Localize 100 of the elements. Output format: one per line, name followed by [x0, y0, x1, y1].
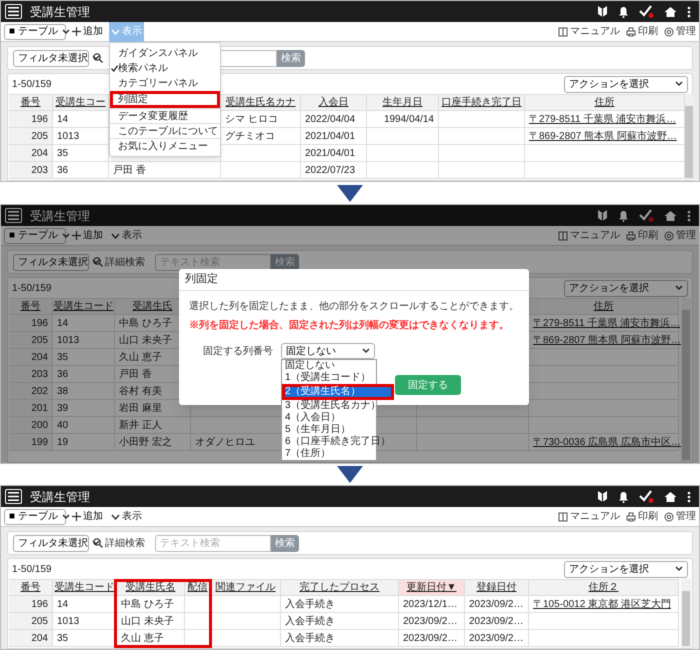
dropdown-option[interactable]: 5（生年月日） — [282, 424, 394, 436]
view-button[interactable]: 表示 — [109, 506, 144, 526]
add-button[interactable]: 追加 — [72, 24, 103, 39]
table-cell: 2022/04/04 — [301, 111, 367, 128]
detail-search-link[interactable]: 詳細検索 — [93, 536, 145, 550]
toolbar-link[interactable]: 管理 — [664, 24, 696, 39]
table-cell: 35 — [53, 349, 115, 366]
menu-button[interactable] — [5, 208, 22, 223]
app-title: 受講生管理 — [30, 4, 90, 20]
chevron-down-icon — [111, 232, 120, 238]
toolbar-link[interactable]: 管理 — [664, 509, 696, 524]
address-link[interactable]: 〒730-0036 広島県 広島市中区… — [533, 434, 681, 450]
plus-icon — [72, 27, 81, 36]
table-cell: 204 — [9, 630, 53, 647]
down-arrow-icon — [337, 184, 363, 202]
toolbar-link[interactable]: マニュアル — [558, 24, 620, 39]
column-header[interactable]: 更新日付▼ — [406, 580, 456, 595]
check-icon[interactable] — [639, 490, 654, 503]
address-link[interactable]: 〒279-8511 千葉県 浦安市舞浜… — [533, 316, 680, 330]
column-header[interactable]: 住所２ — [588, 580, 618, 595]
table-cell: 中島 ひろ子 — [117, 596, 185, 613]
view-button[interactable]: 表示 — [109, 226, 144, 246]
toolbar-link[interactable]: 印刷 — [626, 509, 658, 524]
dropdown-option[interactable]: 4（入会日） — [282, 412, 394, 424]
app-title: 受講生管理 — [30, 488, 90, 506]
table-cell — [367, 128, 439, 145]
table-cell: 山口 未央子 — [117, 613, 185, 630]
menu-button[interactable] — [5, 489, 22, 504]
menu-icon — [8, 211, 19, 220]
column-select[interactable]: 固定しない — [281, 343, 375, 359]
leaf-mark-icon[interactable] — [597, 209, 608, 222]
bell-icon[interactable] — [618, 6, 629, 18]
table-cell: 入会手続き — [281, 630, 399, 647]
column-header[interactable]: 住所 — [594, 95, 614, 110]
table-cell: 35 — [53, 630, 117, 647]
dropdown-option[interactable]: 1（受講生コード） — [282, 372, 394, 384]
table-cell: 204 — [9, 145, 53, 162]
action-select[interactable]: アクションを選択 — [564, 560, 688, 578]
home-icon[interactable] — [664, 210, 677, 222]
home-icon[interactable] — [664, 490, 677, 502]
menu-item[interactable]: このテーブルについて — [110, 123, 220, 138]
dialog-title: 列固定 — [179, 269, 529, 291]
toolbar-link[interactable]: マニュアル — [558, 509, 620, 524]
toolbar-link[interactable]: 印刷 — [626, 24, 658, 39]
menu-item[interactable]: お気に入りメニュー — [110, 138, 220, 153]
table-cell: 202 — [9, 383, 53, 400]
kebab-menu-icon[interactable] — [687, 6, 691, 18]
down-arrow-icon — [337, 466, 363, 483]
menu-button[interactable] — [5, 4, 22, 19]
home-icon[interactable] — [664, 6, 677, 18]
scrollbar[interactable] — [685, 94, 693, 180]
table-cell: 新井 正人 — [115, 417, 191, 434]
column-header[interactable]: 受講生コード — [54, 299, 114, 314]
search-icon — [93, 257, 103, 267]
kebab-menu-icon[interactable] — [687, 490, 691, 502]
menu-item[interactable]: 列固定 — [110, 91, 220, 108]
menu-item[interactable]: ガイダンスパネル — [110, 46, 220, 61]
dropdown-option[interactable]: 固定しない — [282, 360, 394, 372]
dropdown-option[interactable]: 2（受講生氏名） — [282, 384, 394, 400]
scrollbar[interactable] — [681, 579, 691, 648]
chevron-down-icon — [92, 259, 100, 265]
add-button[interactable]: 追加 — [72, 228, 103, 243]
menu-icon — [8, 7, 19, 16]
search-field[interactable]: テキスト検索 — [155, 534, 271, 552]
printer-icon — [626, 512, 636, 522]
check-icon[interactable] — [639, 209, 654, 222]
action-select[interactable]: アクションを選択 — [564, 76, 688, 92]
kebab-menu-icon[interactable] — [687, 210, 691, 222]
chevron-down-icon — [111, 28, 120, 34]
toolbar-link[interactable]: 印刷 — [626, 228, 658, 243]
printer-icon — [626, 230, 636, 240]
table-cell: 205 — [9, 128, 53, 145]
plus-icon — [72, 512, 81, 521]
scrollbar[interactable] — [681, 298, 691, 462]
plus-icon — [72, 231, 81, 240]
address-link[interactable]: 〒105-0012 東京都 港区芝大門 — [533, 596, 671, 612]
book-icon — [558, 230, 568, 240]
menu-item[interactable]: 検索パネル — [110, 61, 220, 76]
menu-item[interactable]: データ変更履歴 — [110, 108, 220, 123]
leaf-mark-icon[interactable] — [597, 490, 608, 503]
warning-text: ※列を固定した場合、固定された列は列幅の変更はできなくなります。 — [189, 318, 510, 333]
check-icon[interactable] — [639, 5, 654, 18]
leaf-mark-icon[interactable] — [597, 5, 608, 18]
address-link[interactable]: 〒869-2807 熊本県 阿蘇市波野… — [529, 128, 677, 144]
detail-search-link[interactable]: 詳細検索 — [93, 254, 145, 270]
menu-item[interactable]: カテゴリーパネル — [110, 76, 220, 91]
address-link[interactable]: 〒869-2807 熊本県 阿蘇市波野… — [533, 332, 681, 348]
toolbar-link[interactable]: 管理 — [664, 228, 696, 243]
bell-icon[interactable] — [618, 210, 629, 222]
action-select[interactable]: アクションを選択 — [564, 280, 688, 296]
dropdown-option[interactable]: 3（受講生氏名カナ） — [282, 400, 394, 412]
table-cell: 入会手続き — [281, 613, 399, 630]
toolbar-link[interactable]: マニュアル — [558, 228, 620, 243]
dropdown-option[interactable]: 7（住所） — [282, 448, 394, 460]
bell-icon[interactable] — [618, 490, 629, 502]
address-link[interactable]: 〒279-8511 千葉県 浦安市舞浜… — [529, 112, 676, 126]
table-cell: 2022/07/23 — [301, 162, 367, 179]
column-header[interactable]: 住所 — [594, 299, 614, 314]
add-button[interactable]: 追加 — [72, 509, 103, 524]
dropdown-option[interactable]: 6（口座手続き完了日） — [282, 436, 394, 448]
